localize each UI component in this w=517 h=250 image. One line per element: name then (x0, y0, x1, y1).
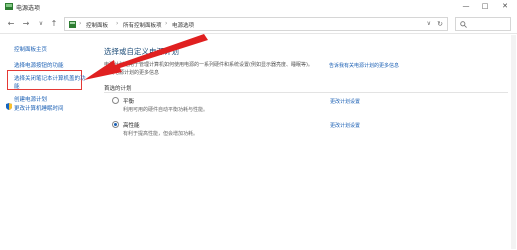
maximize-button[interactable]: □ (478, 1, 492, 12)
power-options-window: 电源选项 — □ ✕ ← → ∨ ↑ › 控制面板 › 所有控制面板项 › 电源… (0, 0, 517, 250)
sidebar-item-lid-close-cont[interactable]: 能 (14, 82, 20, 90)
breadcrumb-separator: › (165, 20, 168, 27)
recent-dropdown-icon[interactable]: ∨ (35, 18, 47, 30)
window-title: 电源选项 (16, 5, 41, 12)
plan-balanced-radio[interactable] (112, 97, 119, 104)
sidebar-item-create-plan[interactable]: 创建电源计划 (14, 95, 47, 103)
plan-balanced-desc: 利用可用的硬件自动平衡功耗与性能。 (123, 107, 209, 113)
search-input[interactable] (455, 17, 511, 31)
plan-balanced-settings-link[interactable]: 更改计划设置 (330, 98, 360, 105)
sidebar-item-power-button[interactable]: 选择电源按钮的功能 (14, 61, 64, 69)
title-bar: 电源选项 — □ ✕ (0, 0, 517, 14)
page-description-cont: 有关电源计划的更多信息 (104, 70, 160, 76)
minimize-button[interactable]: — (459, 1, 473, 12)
app-icon (5, 3, 13, 10)
sidebar-home-link[interactable]: 控制面板主页 (14, 45, 47, 53)
shield-icon (6, 103, 12, 110)
address-dropdown-icon[interactable]: ∨ (427, 20, 431, 27)
refresh-icon[interactable]: ↻ (437, 20, 443, 28)
preferred-plans-label: 首选的计划 (104, 86, 132, 92)
control-panel-icon (69, 21, 76, 28)
plan-balanced-name[interactable]: 平衡 (123, 97, 134, 105)
annotation-arrow (84, 34, 208, 80)
search-icon (460, 21, 467, 28)
breadcrumb-separator: › (79, 20, 82, 27)
plan-high-performance-desc: 有利于提高性能，但会增加功耗。 (123, 131, 199, 137)
up-icon[interactable]: ↑ (48, 18, 60, 30)
breadcrumb-control-panel[interactable]: 控制面板 (86, 21, 108, 29)
plan-high-performance-settings-link[interactable]: 更改计划设置 (330, 122, 360, 129)
forward-icon[interactable]: → (20, 18, 32, 30)
breadcrumb-power-options[interactable]: 电源选项 (172, 21, 194, 29)
navigation-bar: ← → ∨ ↑ › 控制面板 › 所有控制面板项 › 电源选项 ∨ ↻ (0, 14, 517, 34)
vertical-scrollbar[interactable] (511, 35, 516, 249)
page-title: 选择或自定义电源计划 (104, 47, 179, 56)
divider (104, 92, 508, 93)
breadcrumb-separator: › (116, 20, 119, 27)
plan-high-performance-radio[interactable] (112, 121, 119, 128)
close-button[interactable]: ✕ (498, 1, 512, 12)
sidebar-item-lid-close[interactable]: 选择关闭笔记本计算机盖的功 (14, 74, 86, 82)
plan-high-performance-name[interactable]: 高性能 (123, 121, 140, 129)
back-icon[interactable]: ← (5, 18, 17, 30)
breadcrumb-all-items[interactable]: 所有控制面板项 (123, 21, 162, 29)
sidebar-item-sleep-time[interactable]: 更改计算机睡眠时间 (14, 104, 64, 112)
address-bar[interactable]: › 控制面板 › 所有控制面板项 › 电源选项 ∨ ↻ (64, 17, 448, 31)
learn-more-link[interactable]: 告诉我有关电源计划的更多信息 (329, 62, 399, 69)
